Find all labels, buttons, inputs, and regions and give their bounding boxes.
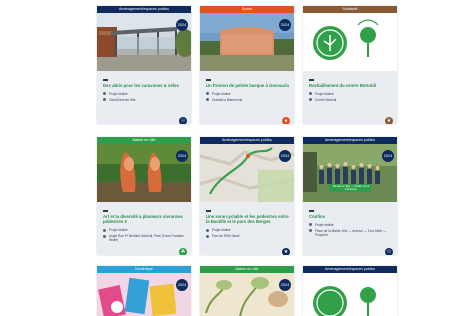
project-title[interactable]: Confins	[309, 214, 393, 219]
status-icon	[103, 228, 106, 232]
project-card[interactable]: Aménagement/espaces publics 2024 Une zon…	[200, 137, 294, 255]
project-card[interactable]: Numérique 2024	[97, 266, 191, 316]
project-thumbnail	[303, 273, 397, 316]
location-pin-icon	[309, 229, 312, 233]
project-card[interactable]: Solidarité Ravitaillement du centre Bert…	[303, 6, 397, 124]
project-grid: Aménagement/espaces publics 2024 Des abr…	[0, 0, 458, 316]
project-title[interactable]: Art et la diversité à plusieurs vivrance…	[103, 214, 187, 225]
year-badge: 2024	[279, 19, 291, 31]
divider	[309, 210, 314, 212]
ball-icon[interactable]: ●	[282, 117, 290, 124]
project-thumbnail: Ma ville en fête — Pédale sur le Printem…	[303, 144, 397, 202]
project-title[interactable]: Un fronton de pelote basque à Gressaria	[206, 83, 290, 88]
status-icon	[309, 92, 312, 96]
location-pin-icon	[206, 234, 209, 238]
project-card[interactable]: Aménagement/espaces publics	[303, 137, 397, 255]
status-line: Projet réalisé	[206, 228, 290, 232]
project-thumbnail	[303, 13, 397, 71]
project-thumbnail: 2024	[97, 13, 191, 71]
status-icon	[206, 92, 209, 96]
location-line: Centre Bertoldi	[309, 98, 393, 102]
project-card[interactable]: Sports 2024 Un fronton de pelote basque …	[200, 6, 294, 124]
category-band: Sports	[200, 6, 294, 13]
location-pin-icon	[103, 98, 106, 102]
bike-icon[interactable]: ☉	[179, 117, 187, 124]
leaf-icon[interactable]: ☘	[179, 248, 187, 255]
location-line: Parc de l'Elle Santé	[206, 234, 290, 238]
location-pin-icon	[309, 98, 312, 102]
status-icon	[103, 92, 106, 96]
status-line: Projet réalisé	[103, 228, 187, 232]
project-thumbnail: 2024	[97, 273, 191, 316]
path-icon[interactable]: ★	[282, 248, 290, 255]
category-band: Aménagement/espaces publics	[97, 6, 191, 13]
category-band: Nature en ville	[200, 266, 294, 273]
year-badge: 2024	[279, 150, 291, 162]
category-band: Aménagement/espaces publics	[200, 137, 294, 144]
year-badge: 2024	[176, 279, 188, 291]
location-line: Angle Rue Pr Bertoldi, Bertoldi, Pixel (…	[103, 234, 187, 242]
budget-participatif-logo	[313, 286, 376, 316]
category-band: Numérique	[97, 266, 191, 273]
status-line: Projet réalisé	[309, 223, 393, 227]
digital-devices-photo	[97, 273, 191, 316]
year-badge: 2024	[382, 150, 394, 162]
budget-participatif-logo	[313, 19, 379, 60]
status-icon	[206, 228, 209, 232]
year-badge: 2024	[279, 279, 291, 291]
project-thumbnail: 2024	[200, 13, 294, 71]
status-icon	[309, 223, 312, 227]
divider	[103, 210, 108, 212]
project-title[interactable]: Ravitaillement du centre Bertoldi	[309, 83, 393, 88]
status-line: Projet réalisé	[103, 92, 187, 96]
divider	[103, 79, 108, 81]
project-card[interactable]: Nature en ville 2024	[200, 266, 294, 316]
status-line: Projet réalisé	[206, 92, 290, 96]
location-line: Gradia/La Bâtonnerie	[206, 98, 290, 102]
location-line: Gens/Deverta Ville	[103, 98, 187, 102]
status-line: Projet réalisé	[309, 92, 393, 96]
category-band: Solidarité	[303, 6, 397, 13]
project-thumbnail: 2024	[200, 144, 294, 202]
year-badge: 2024	[176, 19, 188, 31]
location-line: Place de la Mairie-Ville — Avenue — Tour…	[309, 229, 393, 237]
divider	[309, 79, 314, 81]
project-title[interactable]: Des abris pour les caravanes & vélos	[103, 83, 187, 88]
project-card[interactable]: Nature en ville 2024 Art et la diversité…	[97, 137, 191, 255]
category-band: Aménagement/espaces publics	[303, 266, 397, 273]
hands-icon[interactable]: ❦	[385, 117, 393, 124]
project-card[interactable]: Aménagement/espaces publics	[303, 266, 397, 316]
divider	[206, 210, 211, 212]
photo-caption: Ma ville en fête — Pédale sur le Printem…	[332, 185, 370, 191]
divider	[206, 79, 211, 81]
location-pin-icon	[206, 98, 209, 102]
category-band: Aménagement/espaces publics	[303, 137, 397, 144]
project-card[interactable]: Aménagement/espaces publics 2024 Des abr…	[97, 6, 191, 124]
location-pin-icon	[103, 234, 106, 238]
bike-icon[interactable]: ☉	[385, 248, 393, 255]
project-thumbnail: 2024	[200, 273, 294, 316]
project-thumbnail: 2024	[97, 144, 191, 202]
garden-drawing	[200, 273, 294, 316]
category-band: Nature en ville	[97, 137, 191, 144]
year-badge: 2024	[176, 150, 188, 162]
project-title[interactable]: Une zone cyclable et les pédestres entre…	[206, 214, 290, 225]
